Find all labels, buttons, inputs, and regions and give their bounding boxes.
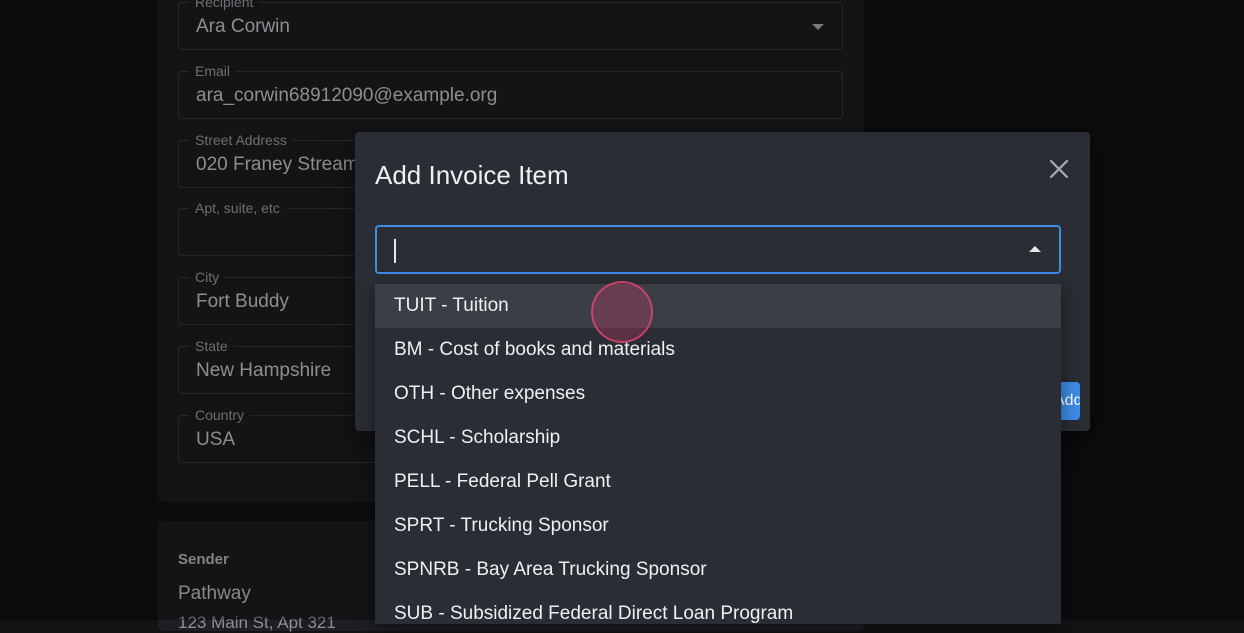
app-shell: Recipient Ara Corwin Email ara_corwin689… [0,0,1244,632]
invoice-item-search-input[interactable] [393,237,997,265]
invoice-item-combobox[interactable] [375,225,1061,274]
option-oth[interactable]: OTH - Other expenses [375,372,1061,416]
invoice-item-options-list: TUIT - Tuition BM - Cost of books and ma… [375,284,1061,624]
text-cursor [394,239,396,263]
option-bm[interactable]: BM - Cost of books and materials [375,328,1061,372]
option-sprt[interactable]: SPRT - Trucking Sponsor [375,504,1061,548]
dialog-title: Add Invoice Item [375,160,569,190]
option-tuit[interactable]: TUIT - Tuition [375,284,1061,328]
option-pell[interactable]: PELL - Federal Pell Grant [375,460,1061,504]
close-icon[interactable] [1046,156,1072,182]
option-spnrb[interactable]: SPNRB - Bay Area Trucking Sponsor [375,548,1061,592]
chevron-up-icon[interactable] [1029,246,1041,252]
option-schl[interactable]: SCHL - Scholarship [375,416,1061,460]
option-sub[interactable]: SUB - Subsidized Federal Direct Loan Pro… [375,592,1061,624]
